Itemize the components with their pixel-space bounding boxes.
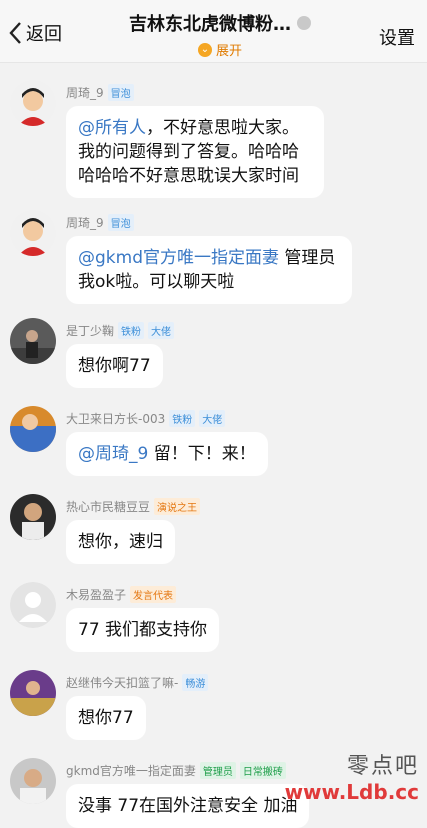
watermark: 零点吧 www.Ldb.cc xyxy=(285,748,419,804)
member-badge: 铁粉 xyxy=(169,410,196,427)
message-bubble[interactable]: 77 我们都支持你 xyxy=(66,608,220,652)
member-badge: 日常搬砖 xyxy=(239,762,286,779)
avatar[interactable] xyxy=(10,80,56,126)
member-badge: 畅游 xyxy=(182,674,209,691)
member-badge: 铁粉 xyxy=(118,322,145,339)
member-badge: 大佬 xyxy=(148,322,175,339)
mention-link[interactable]: @gkmd官方唯一指定面妻 xyxy=(78,248,279,268)
sender-name[interactable]: 大卫来日方长-003 xyxy=(66,410,165,427)
sender-name[interactable]: 是丁少鞠 xyxy=(66,322,114,339)
group-title-area: 吉林东北虎微博粉… ⌄ 展开 xyxy=(100,10,340,59)
sender-name[interactable]: 赵继伟今天扣篮了嘛- xyxy=(66,674,178,691)
member-badge: 冒泡 xyxy=(107,214,134,231)
member-badge: 冒泡 xyxy=(107,84,134,101)
message-bubble[interactable]: 没事 77在国外注意安全 加油 xyxy=(66,784,310,828)
member-badge: 演说之王 xyxy=(154,498,201,515)
group-title: 吉林东北虎微博粉… xyxy=(129,14,291,35)
message-text: 77 我们都支持你 xyxy=(78,620,208,640)
watermark-url: www.Ldb.cc xyxy=(284,780,419,804)
avatar[interactable] xyxy=(10,406,56,452)
avatar[interactable] xyxy=(10,318,56,364)
member-badge: 发言代表 xyxy=(130,586,177,603)
chat-header: 返回 吉林东北虎微博粉… ⌄ 展开 设置 xyxy=(0,0,427,63)
message-bubble[interactable]: 想你啊77 xyxy=(66,344,163,388)
expand-label: 展开 xyxy=(215,44,242,59)
avatar[interactable] xyxy=(10,494,56,540)
message-bubble[interactable]: @周琦_9 留！下！来！ xyxy=(66,432,268,476)
mention-link[interactable]: @所有人 xyxy=(78,118,146,138)
sender-name[interactable]: 周琦_9 xyxy=(66,84,104,101)
watermark-logo-text: 零点吧 xyxy=(346,754,419,779)
member-badge: 管理员 xyxy=(199,762,236,779)
message-text: 没事 77在国外注意安全 加油 xyxy=(78,796,298,816)
avatar[interactable] xyxy=(10,210,56,256)
message-text: 留！下！来！ xyxy=(148,444,256,464)
sender-name[interactable]: 木易盈盈子 xyxy=(66,586,126,603)
sender-name[interactable]: 热心市民糖豆豆 xyxy=(66,498,150,515)
message-bubble[interactable]: 想你77 xyxy=(66,696,146,740)
verified-icon xyxy=(297,16,311,30)
message-bubble[interactable]: @所有人，不好意思啦大家。我的问题得到了答复。哈哈哈哈哈哈不好意思耽误大家时间 xyxy=(66,106,324,198)
sender-name[interactable]: 周琦_9 xyxy=(66,214,104,231)
back-label: 返回 xyxy=(26,24,62,45)
message-text: 想你，速归 xyxy=(78,532,163,552)
message-bubble[interactable]: @gkmd官方唯一指定面妻 管理员我ok啦。可以聊天啦 xyxy=(66,236,352,304)
message-text: 想你啊77 xyxy=(78,356,151,376)
expand-button[interactable]: ⌄ 展开 xyxy=(197,40,242,59)
settings-button[interactable]: 设置 xyxy=(379,24,415,50)
avatar[interactable] xyxy=(10,758,56,804)
avatar[interactable] xyxy=(10,670,56,716)
member-badge: 大佬 xyxy=(199,410,226,427)
sender-name[interactable]: gkmd官方唯一指定面妻 xyxy=(66,762,196,779)
message-bubble[interactable]: 想你，速归 xyxy=(66,520,175,564)
mention-link[interactable]: @周琦_9 xyxy=(78,444,148,464)
expand-chevron-icon: ⌄ xyxy=(197,42,212,57)
chevron-left-icon xyxy=(9,22,21,44)
back-button[interactable]: 返回 xyxy=(8,20,62,46)
avatar[interactable] xyxy=(10,582,56,628)
message-text: 想你77 xyxy=(78,708,134,728)
